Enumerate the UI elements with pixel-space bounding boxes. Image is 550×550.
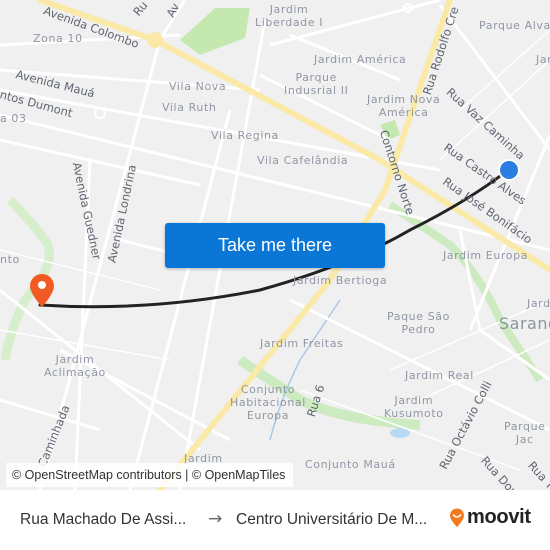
label-vila-regina: Vila Regina [211, 129, 279, 142]
label-vila-nova: Vila Nova [169, 80, 227, 93]
label-jardim-europa: Jardim Europa [443, 249, 529, 262]
label-vila-ruth: Vila Ruth [162, 101, 217, 114]
label-jardim-freitas: Jardim Freitas [260, 337, 344, 350]
destination-pin-icon[interactable] [28, 272, 56, 308]
label-parque-industrial: Parque Indusrial II [284, 71, 349, 97]
label-conjunto-habitacional-europa: Conjunto Habitacional Europa [230, 383, 306, 422]
label-zona-03: a 03 [0, 112, 27, 125]
roundabout [147, 32, 163, 48]
label-jardim-real: Jardim Real [405, 369, 474, 382]
label-jard-right: Jard [527, 297, 550, 310]
label-jardim-kusumoto: Jardim Kusumoto [384, 394, 444, 420]
label-sarandi: Sarand [499, 314, 550, 333]
label-jardim-bertioga: Jardim Bertioga [293, 274, 388, 287]
map[interactable]: Zona 10 Jardim Liberdade I Parque Alva J… [0, 0, 550, 490]
take-me-there-button[interactable]: Take me there [165, 223, 385, 268]
label-parque-jac: Parque Jac [504, 420, 546, 446]
label-nto-left: nto [0, 253, 20, 266]
label-conjunto-maua: Conjunto Mauá [305, 458, 396, 471]
label-zona-10: Zona 10 [33, 32, 83, 45]
label-jardim-aclimacao: Jardim Aclimação [44, 353, 106, 379]
origin-stop-name: Rua Machado De Assi... [20, 511, 187, 528]
label-jar-top-right: Jar [536, 53, 550, 66]
label-jardim-liberdade: Jardim Liberdade I [255, 3, 324, 29]
moovit-pin-icon [450, 508, 464, 527]
label-vila-cafelandia: Vila Cafelândia [257, 154, 349, 167]
moovit-logo-text: moovit [467, 506, 531, 528]
arrow-right-icon: → [208, 509, 223, 529]
label-jardim-america: Jardim América [314, 53, 407, 66]
label-jardim-nova-america: Jardim Nova América [367, 93, 441, 119]
label-paque-sao-pedro: Paque São Pedro [387, 310, 450, 336]
moovit-logo[interactable]: moovit [449, 506, 531, 529]
origin-marker-icon[interactable] [497, 158, 521, 182]
map-attribution[interactable]: © OpenStreetMap contributors | © OpenMap… [6, 463, 294, 487]
park-area [180, 8, 250, 55]
destination-name: Centro Universitário De M... [236, 511, 428, 528]
footer-bar: Rua Machado De Assi... → Centro Universi… [0, 490, 550, 550]
label-parque-alvamar: Parque Alva [479, 19, 550, 32]
